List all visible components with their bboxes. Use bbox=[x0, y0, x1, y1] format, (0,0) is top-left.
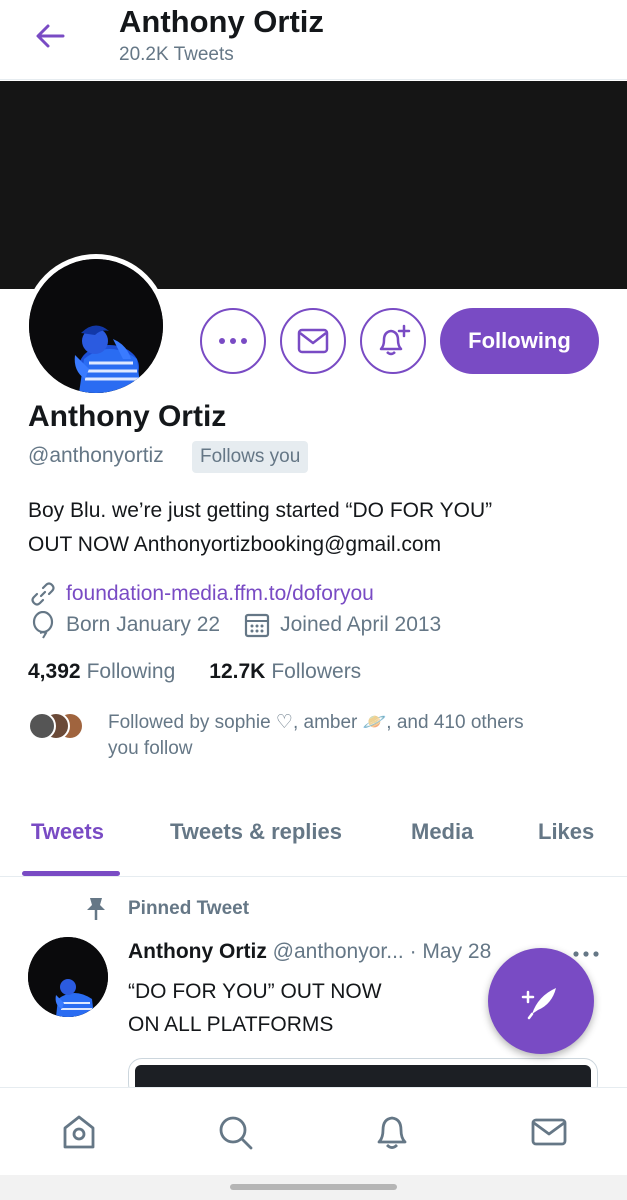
followed-by-line: you follow bbox=[108, 738, 193, 759]
pinned-label-text: Pinned Tweet bbox=[128, 898, 250, 919]
compose-feather-icon bbox=[521, 988, 556, 1020]
profile-tabs: Tweets Tweets & replies Media Likes bbox=[0, 805, 627, 877]
nav-home-button[interactable] bbox=[55, 1108, 103, 1156]
bio-line: OUT NOW Anthonyortizbooking@gmail.com bbox=[28, 533, 442, 556]
search-icon bbox=[219, 1116, 253, 1150]
profile-bio: Boy Blu. we’re just getting started “DO … bbox=[28, 494, 588, 562]
avatar-image bbox=[29, 259, 163, 393]
home-icon bbox=[63, 1115, 95, 1149]
followers-count: 12.7K bbox=[209, 660, 266, 683]
tweet-author-avatar[interactable] bbox=[28, 937, 108, 1017]
profile-birthday: Born January 22 bbox=[66, 613, 221, 636]
following-stat[interactable]: 4,392 Following bbox=[28, 660, 175, 684]
calendar-icon bbox=[242, 610, 272, 640]
followers-stat[interactable]: 12.7K Followers bbox=[209, 660, 361, 684]
following-button[interactable]: Following bbox=[440, 308, 599, 374]
followers-label: Followers bbox=[271, 660, 362, 683]
pinned-tweet-label: Pinned Tweet bbox=[84, 896, 249, 922]
tab-tweets-replies[interactable]: Tweets & replies bbox=[170, 819, 342, 845]
back-button[interactable] bbox=[28, 16, 72, 56]
profile-name: Anthony Ortiz bbox=[28, 400, 227, 433]
followed-by-text: Followed by sophie ♡, amber 🪐, and 410 o… bbox=[108, 710, 598, 762]
mail-icon bbox=[531, 1118, 567, 1146]
avatar-photo-icon bbox=[29, 259, 163, 393]
tweet-handle-date: @anthonyor... · May 28 bbox=[272, 940, 492, 963]
bell-plus-icon bbox=[379, 324, 411, 356]
following-count: 4,392 bbox=[28, 660, 81, 683]
pin-icon bbox=[87, 898, 105, 920]
envelope-icon bbox=[297, 328, 329, 354]
compose-tweet-button[interactable] bbox=[488, 948, 594, 1054]
arrow-left-icon bbox=[36, 24, 65, 48]
profile-website-row: foundation-media.ffm.to/doforyou bbox=[28, 579, 374, 609]
notifications-toggle-button[interactable] bbox=[360, 308, 426, 374]
avatar-photo-icon bbox=[28, 937, 108, 1017]
more-horizontal-icon bbox=[573, 951, 599, 957]
home-gesture-pill[interactable] bbox=[230, 1184, 397, 1190]
profile-join-date: Joined April 2013 bbox=[280, 613, 442, 636]
link-icon bbox=[28, 579, 58, 609]
more-horizontal-icon bbox=[219, 338, 247, 344]
profile-website-link[interactable]: foundation-media.ffm.to/doforyou bbox=[66, 582, 374, 606]
more-options-button[interactable] bbox=[200, 308, 266, 374]
system-gesture-bar bbox=[0, 1175, 627, 1200]
bell-icon bbox=[377, 1116, 407, 1149]
tab-tweets[interactable]: Tweets bbox=[31, 819, 104, 845]
profile-avatar[interactable] bbox=[24, 254, 168, 398]
nav-messages-button[interactable] bbox=[525, 1108, 573, 1156]
top-bar: Anthony Ortiz 20.2K Tweets bbox=[0, 0, 627, 80]
followed-by-line: Followed by sophie ♡, amber 🪐, and 410 o… bbox=[108, 712, 524, 733]
bio-line: Boy Blu. we’re just getting started “DO … bbox=[28, 499, 493, 522]
following-label: Following bbox=[86, 660, 176, 683]
profile-handle: @anthonyortiz bbox=[28, 444, 164, 467]
header-tweet-count: 20.2K Tweets bbox=[119, 44, 234, 65]
follows-you-badge: Follows you bbox=[192, 441, 309, 473]
tab-likes[interactable]: Likes bbox=[538, 819, 594, 845]
profile-stats: 4,392 Following 12.7K Followers bbox=[28, 660, 361, 684]
active-tab-indicator bbox=[22, 871, 120, 876]
mini-avatar bbox=[28, 712, 56, 740]
profile-dates-row: Born January 22 Joined April 2013 bbox=[28, 610, 441, 640]
balloon-icon bbox=[28, 610, 58, 640]
message-button[interactable] bbox=[280, 308, 346, 374]
nav-search-button[interactable] bbox=[211, 1108, 259, 1156]
tab-media[interactable]: Media bbox=[411, 819, 473, 845]
nav-notifications-button[interactable] bbox=[368, 1108, 416, 1156]
tweet-author-name[interactable]: Anthony Ortiz bbox=[128, 940, 267, 963]
header-title: Anthony Ortiz bbox=[119, 4, 324, 39]
bottom-navigation bbox=[0, 1087, 627, 1175]
followed-by-avatars bbox=[28, 712, 92, 740]
